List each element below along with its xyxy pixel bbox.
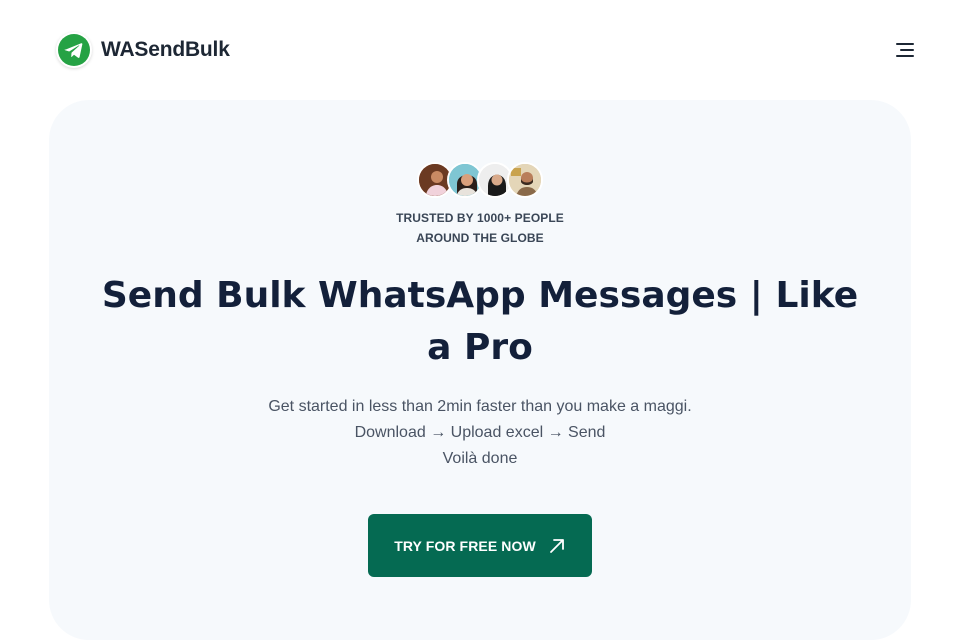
avatar-group (417, 162, 543, 198)
logo[interactable]: WASendBulk (56, 32, 230, 68)
logo-text: WASendBulk (101, 38, 230, 61)
hero-subtext-line-3: Voilà done (442, 450, 518, 467)
cta-label: TRY FOR FREE NOW (394, 537, 536, 554)
avatar-4 (507, 162, 543, 198)
hero-subtext-line-1: Get started in less than 2min faster tha… (268, 398, 692, 415)
arrow-up-right-icon (548, 537, 566, 555)
telegram-plane-icon (56, 32, 92, 68)
trusted-text-line-1: TRUSTED BY 1000+ PEOPLE (396, 211, 564, 225)
hero-subtext-line-2: Download → Upload excel → Send (354, 424, 606, 441)
try-for-free-button[interactable]: TRY FOR FREE NOW (368, 514, 592, 577)
hamburger-menu-icon[interactable] (892, 41, 914, 59)
trusted-text-line-2: AROUND THE GLOBE (416, 231, 544, 245)
hero-headline: Send Bulk WhatsApp Messages | Like a Pro (101, 275, 859, 368)
site-header: WASendBulk (0, 0, 960, 100)
